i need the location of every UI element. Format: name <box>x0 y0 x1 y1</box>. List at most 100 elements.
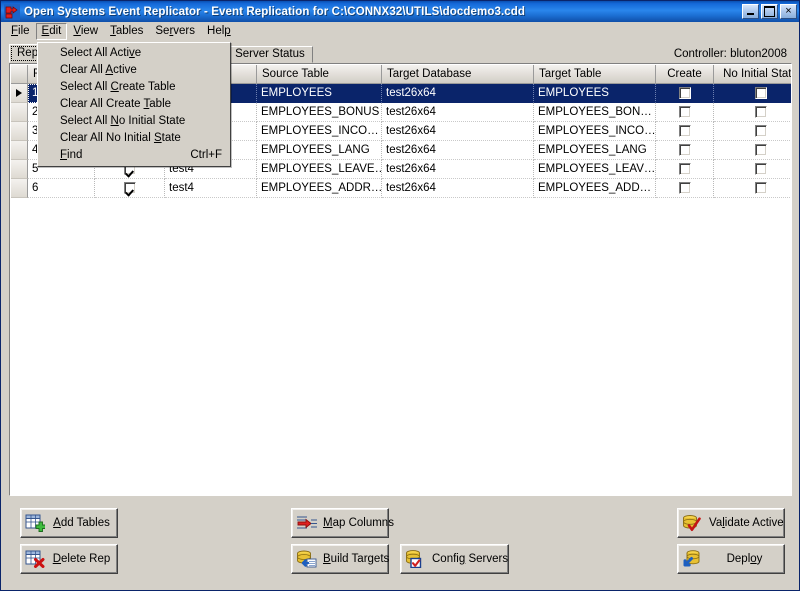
cell-source-table[interactable]: EMPLOYEES_LANG <box>257 141 382 160</box>
cell-create[interactable] <box>656 84 714 103</box>
menu-item-find[interactable]: Find Ctrl+F <box>38 147 230 164</box>
lbl-post: idate Active <box>725 517 784 529</box>
cell-source-table[interactable]: EMPLOYEES_LEAVE… <box>257 160 382 179</box>
delete-rep-label: Delete Rep <box>50 553 113 565</box>
cell-no-initial-state[interactable] <box>714 179 792 198</box>
cell-target-database[interactable]: test26x64 <box>382 160 534 179</box>
table-row[interactable]: 6 test4 EMPLOYEES_ADDR… test26x64 EMPLOY… <box>11 179 790 198</box>
cell-no-initial-state[interactable] <box>714 122 792 141</box>
checkbox-active[interactable] <box>124 182 136 194</box>
app-replicator-icon <box>4 4 20 20</box>
checkbox-create[interactable] <box>679 144 691 156</box>
checkbox-create[interactable] <box>679 106 691 118</box>
cell-target-table[interactable]: EMPLOYEES_INCO… <box>534 122 656 141</box>
lbl-pre: Va <box>709 517 722 529</box>
menu-label-mnemonic: A <box>105 64 113 76</box>
menu-label-post: able <box>149 98 171 110</box>
menu-item-clear-all-create-table[interactable]: Clear All Create Table <box>38 96 230 113</box>
cell-no-initial-state[interactable] <box>714 141 792 160</box>
cell-target-table[interactable]: EMPLOYEES_LEAV… <box>534 160 656 179</box>
menu-view[interactable]: View <box>67 23 104 40</box>
checkbox-create[interactable] <box>679 182 691 194</box>
menu-help[interactable]: Help <box>201 23 237 40</box>
tab-server-status[interactable]: Server Status <box>227 46 313 63</box>
cell-create[interactable] <box>656 122 714 141</box>
delete-table-icon <box>25 550 45 568</box>
menu-servers[interactable]: Servers <box>149 23 201 40</box>
lbl-post: elete Rep <box>61 553 110 565</box>
maximize-button[interactable] <box>761 4 778 19</box>
cell-rep-number[interactable]: 6 <box>28 179 95 198</box>
checkbox-create[interactable] <box>679 163 691 175</box>
lbl-post: dd Tables <box>61 517 110 529</box>
cell-create[interactable] <box>656 160 714 179</box>
cell-target-database[interactable]: test26x64 <box>382 84 534 103</box>
grid-corner-header[interactable] <box>11 65 28 84</box>
cell-no-initial-state[interactable] <box>714 160 792 179</box>
column-header-create[interactable]: Create <box>656 65 714 84</box>
cell-source-table[interactable]: EMPLOYEES <box>257 84 382 103</box>
checkbox-no-initial-state[interactable] <box>755 144 767 156</box>
lbl-mn: M <box>323 517 333 529</box>
column-header-no-initial-state[interactable]: No Initial State <box>714 65 792 84</box>
menu-item-select-all-create-table[interactable]: Select All Create Table <box>38 79 230 96</box>
checkbox-no-initial-state[interactable] <box>755 125 767 137</box>
cell-target-database[interactable]: test26x64 <box>382 103 534 122</box>
close-button[interactable]: × <box>780 4 797 19</box>
cell-source-table[interactable]: EMPLOYEES_ADDR… <box>257 179 382 198</box>
checkbox-no-initial-state[interactable] <box>755 182 767 194</box>
menu-label-mnemonic: C <box>111 81 119 93</box>
edit-dropdown-menu: Select All Active Clear All Active Selec… <box>37 42 231 167</box>
checkbox-create[interactable] <box>679 87 691 99</box>
cell-create[interactable] <box>656 103 714 122</box>
column-header-target-table[interactable]: Target Table <box>534 65 656 84</box>
cell-target-table[interactable]: EMPLOYEES <box>534 84 656 103</box>
checkbox-no-initial-state[interactable] <box>755 87 767 99</box>
cell-server[interactable]: test4 <box>165 179 257 198</box>
menu-label-post: ind <box>67 149 82 161</box>
row-selector[interactable] <box>11 122 28 141</box>
cell-target-database[interactable]: test26x64 <box>382 179 534 198</box>
cell-no-initial-state[interactable] <box>714 103 792 122</box>
config-servers-button[interactable]: Config Servers <box>400 544 509 574</box>
cell-target-table[interactable]: EMPLOYEES_ADD… <box>534 179 656 198</box>
map-columns-button[interactable]: Map Columns <box>291 508 389 538</box>
minimize-button[interactable] <box>742 4 759 19</box>
menu-edit[interactable]: Edit <box>36 23 68 40</box>
row-selector[interactable] <box>11 141 28 160</box>
build-targets-button[interactable]: Build Targets <box>291 544 389 574</box>
cell-target-table[interactable]: EMPLOYEES_BON… <box>534 103 656 122</box>
checkbox-create[interactable] <box>679 125 691 137</box>
delete-rep-button[interactable]: Delete Rep <box>20 544 118 574</box>
menu-item-select-all-active[interactable]: Select All Active <box>38 45 230 62</box>
cell-target-database[interactable]: test26x64 <box>382 122 534 141</box>
menu-tables[interactable]: Tables <box>104 23 149 40</box>
row-selector[interactable] <box>11 84 28 103</box>
cell-no-initial-state[interactable] <box>714 84 792 103</box>
menu-item-clear-all-active[interactable]: Clear All Active <box>38 62 230 79</box>
row-selector[interactable] <box>11 160 28 179</box>
menu-file[interactable]: File <box>5 23 36 40</box>
menu-item-select-all-no-initial-state[interactable]: Select All No Initial State <box>38 113 230 130</box>
column-header-source-table[interactable]: Source Table <box>257 65 382 84</box>
menu-label-post: tate <box>162 132 181 144</box>
cell-target-database[interactable]: test26x64 <box>382 141 534 160</box>
validate-active-button[interactable]: Validate Active <box>677 508 785 538</box>
menu-label-pre: Select All <box>60 81 111 93</box>
menu-item-clear-all-no-initial-state[interactable]: Clear All No Initial State <box>38 130 230 147</box>
deploy-button[interactable]: Deploy <box>677 544 785 574</box>
add-tables-button[interactable]: Add Tables <box>20 508 118 538</box>
cell-source-table[interactable]: EMPLOYEES_INCO… <box>257 122 382 141</box>
cell-target-table[interactable]: EMPLOYEES_LANG <box>534 141 656 160</box>
cell-create[interactable] <box>656 141 714 160</box>
cell-active-checkbox[interactable] <box>95 179 165 198</box>
cell-source-table[interactable]: EMPLOYEES_BONUS <box>257 103 382 122</box>
column-header-target-database[interactable]: Target Database <box>382 65 534 84</box>
map-columns-label: Map Columns <box>323 517 394 529</box>
checkbox-no-initial-state[interactable] <box>755 163 767 175</box>
current-row-arrow-icon <box>16 89 22 97</box>
row-selector[interactable] <box>11 103 28 122</box>
checkbox-no-initial-state[interactable] <box>755 106 767 118</box>
row-selector[interactable] <box>11 179 28 198</box>
cell-create[interactable] <box>656 179 714 198</box>
